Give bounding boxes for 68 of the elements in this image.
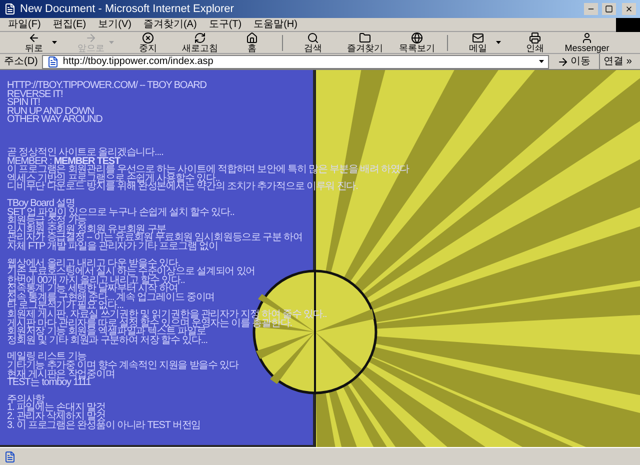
text-line: RUN UP AND DOWN xyxy=(7,108,94,116)
windows-logo xyxy=(616,18,640,32)
menu-item[interactable]: 도움말(H) xyxy=(254,17,298,32)
back-arrow-icon xyxy=(28,32,40,44)
toolbar-button[interactable]: 홈 xyxy=(226,32,278,53)
toolbar-button[interactable]: 즐겨찾기 xyxy=(339,32,391,53)
text-line: OTHER WAY AROUND xyxy=(7,116,104,125)
printer-icon xyxy=(529,32,541,44)
menu-item[interactable]: 즐겨찾기(A) xyxy=(143,17,197,32)
text-line: SPIN IT! xyxy=(7,99,40,108)
stop-icon xyxy=(142,32,154,44)
mail-icon xyxy=(472,32,484,44)
toolbar-button[interactable]: 중지 xyxy=(122,32,174,53)
maximize-button[interactable] xyxy=(602,3,616,15)
menu-item[interactable]: 파일(F) xyxy=(8,17,41,32)
text-line: 곧 정상적인 사이트로 올리겠습니다.... xyxy=(7,148,164,158)
text-line: 1. 파일에는 손대지 말것 xyxy=(7,404,106,413)
minimize-button[interactable] xyxy=(584,3,598,15)
toolbar-button[interactable]: 새로고침 xyxy=(174,32,226,53)
close-icon xyxy=(625,5,633,13)
person-icon xyxy=(581,32,593,44)
forward-arrow-icon xyxy=(85,32,97,44)
window-title: New Document - Microsoft Internet Explorer xyxy=(20,2,235,17)
text-line: 웹상에서 올리고 내리고 다운 받을수 있다. xyxy=(7,260,180,268)
links-button[interactable]: 연결 » xyxy=(598,54,636,69)
text-line: 회원저장 기능 회원을 엑셀파일과 텍스트 파일로 xyxy=(7,328,206,337)
search-icon xyxy=(307,32,319,44)
text-line: HTTP://TBOY.TIPPOWER.COM/ -- TBOY BOARD xyxy=(7,82,208,91)
toolbar-button[interactable]: 메일 xyxy=(452,32,504,53)
toolbar-button[interactable]: 검색 xyxy=(287,32,339,53)
address-label: 주소(D) xyxy=(4,55,38,69)
text-line: 현재 게시판은 작업중이며 xyxy=(7,370,115,380)
refresh-icon xyxy=(194,32,206,44)
caret-icon[interactable] xyxy=(52,41,57,44)
toolbar-button[interactable]: Messenger xyxy=(561,32,613,53)
text-line: REVERSE IT! xyxy=(7,90,64,100)
globe-icon xyxy=(411,32,423,44)
menu-item[interactable]: 도구(T) xyxy=(208,17,242,32)
text-line: 주의사항 xyxy=(7,396,45,404)
toolbar-button[interactable]: 뒤로 xyxy=(8,32,60,53)
page-icon xyxy=(46,56,59,68)
page-icon xyxy=(4,450,16,462)
text-line: 기타기능 추가중 이며 향수 계속적인 지원을 받을수 있다 xyxy=(7,362,240,371)
caret-icon[interactable] xyxy=(496,41,501,44)
text-line: 자체 FTP 개발 파일을 관리자가 기타 프로그램 없이 xyxy=(7,242,218,252)
text-line: 관리자가 승급결정 -- 이는 유료회원 무료회원 임시회원등으로 구분 하여 xyxy=(7,234,304,243)
text-line: TBoy Board 설명 xyxy=(7,200,75,209)
url-text: http://tboy.tippower.com/index.asp xyxy=(62,55,214,69)
text-line: TEST는 tomboy 1111 xyxy=(7,379,91,388)
text-line: 회원등급 조정 가능 xyxy=(7,217,87,226)
menu-item[interactable]: 보기(V) xyxy=(98,17,132,32)
address-field[interactable]: http://tboy.tippower.com/index.asp xyxy=(42,54,549,68)
maximize-icon xyxy=(605,5,613,13)
dropdown-icon[interactable] xyxy=(538,60,544,63)
toolbar-button[interactable]: 인쇄 xyxy=(509,32,561,53)
text-line: 접속통계 기능 세팅한 날짜부터 시작 하여 xyxy=(7,285,178,294)
text-line: 3. 이 프로그램은 완성품이 아니라 TEST 버전임 xyxy=(7,422,202,430)
close-button[interactable] xyxy=(622,3,636,15)
text-line: 정회원 및 기타 회원과 구분하여 저장 할수 있다... xyxy=(7,336,208,346)
menu-item[interactable]: 편집(E) xyxy=(52,17,86,32)
arrow-icon xyxy=(556,56,569,68)
home-icon xyxy=(246,32,258,44)
go-button[interactable]: 이동 xyxy=(552,54,595,69)
browser-icon xyxy=(4,3,16,15)
folder-icon xyxy=(359,32,371,44)
text-line: 2. 관리자 삭제하지 말것 xyxy=(7,413,106,422)
text-line: 기존 무료호스팅에서 실시 하는 수준이상으로 설계되어 있어 xyxy=(7,268,256,277)
toolbar-button[interactable]: 목록보기 xyxy=(391,32,443,53)
